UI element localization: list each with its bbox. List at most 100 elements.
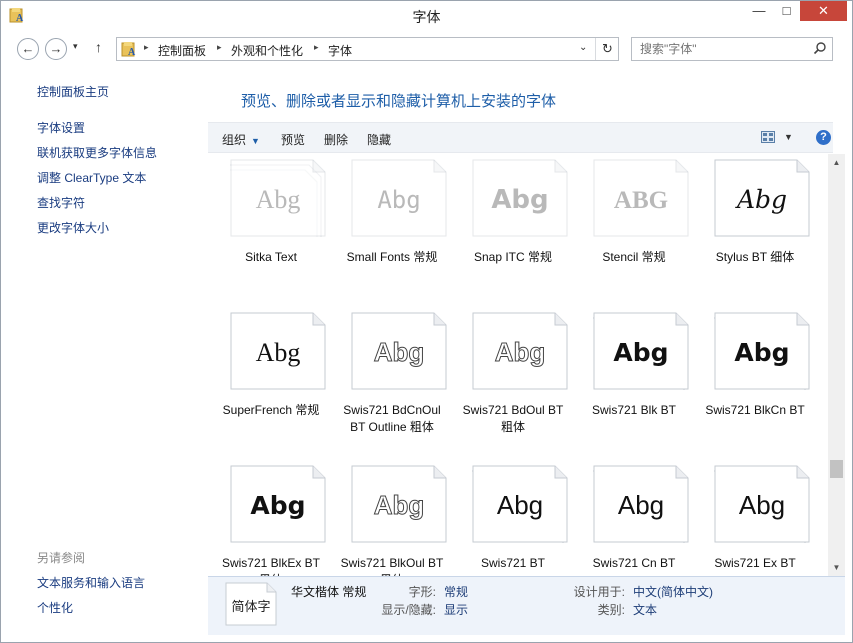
- font-name-label: Small Fonts 常规: [346, 250, 438, 264]
- breadcrumb-fonts[interactable]: 字体: [328, 42, 352, 59]
- font-grid: Abg Sitka Text Abg Small Fonts 常规 Abg Snap IT…: [208, 154, 828, 576]
- font-name-label: Swis721 Ex BT: [714, 556, 796, 570]
- font-tile[interactable]: Abg Swis721 Ex BT: [694, 460, 814, 576]
- font-sample-text: Abg: [495, 337, 546, 367]
- font-sample-text: Abg: [739, 490, 785, 520]
- change-font-size-link[interactable]: 更改字体大小: [37, 219, 109, 236]
- breadcrumb-control-panel[interactable]: 控制面板: [158, 42, 206, 59]
- font-tile[interactable]: Abg Swis721 BlkOul BT 黑体: [331, 460, 451, 576]
- font-tile[interactable]: Abg Swis721 BlkEx BT 黑体: [210, 460, 330, 576]
- font-file-icon: ABG: [593, 159, 689, 237]
- navigation-pane: 控制面板主页 字体设置 联机获取更多字体信息 调整 ClearType 文本 查…: [0, 66, 208, 643]
- get-more-font-info-link[interactable]: 联机获取更多字体信息: [37, 144, 157, 161]
- font-file-icon: Abg: [351, 312, 447, 390]
- font-tile[interactable]: Abg Swis721 BdCnOul BT Outline 粗体: [331, 307, 451, 457]
- font-preview-thumbnail: 简体字: [225, 582, 277, 626]
- font-sample-text: Abg: [374, 490, 425, 520]
- search-box[interactable]: [631, 37, 833, 61]
- back-button[interactable]: ←: [17, 38, 39, 60]
- font-tile[interactable]: Abg Swis721 BlkCn BT: [694, 307, 814, 457]
- maximize-button[interactable]: □: [773, 0, 800, 21]
- breadcrumb-separator[interactable]: ▸: [217, 42, 222, 53]
- view-options-icon[interactable]: [761, 131, 775, 143]
- control-panel-home-link[interactable]: 控制面板主页: [37, 83, 109, 100]
- view-dropdown-icon[interactable]: ▼: [784, 132, 793, 142]
- search-input[interactable]: [632, 38, 807, 60]
- see-also-heading: 另请参阅: [37, 551, 86, 565]
- organize-menu[interactable]: 组织 ▼: [222, 131, 260, 148]
- font-sample-text: ABG: [614, 187, 668, 214]
- preview-button[interactable]: 预览: [281, 131, 305, 148]
- font-tile[interactable]: Abg Swis721 Cn BT: [573, 460, 693, 576]
- font-sample-text: Abg: [497, 490, 543, 520]
- personalization-link[interactable]: 个性化: [37, 599, 73, 616]
- breadcrumb-separator[interactable]: ▸: [314, 42, 319, 53]
- font-name-label: Swis721 BlkCn BT: [705, 403, 805, 417]
- breadcrumb-appearance[interactable]: 外观和个性化: [231, 42, 303, 59]
- recent-locations-chevron-icon[interactable]: ▾: [73, 41, 78, 52]
- window-title: 字体: [412, 9, 441, 25]
- font-name-label: Swis721 Cn BT: [592, 556, 676, 570]
- category-value: 文本: [633, 603, 658, 617]
- svg-text:简体字: 简体字: [231, 599, 270, 615]
- organize-label: 组织: [222, 133, 247, 147]
- font-name-label: Swis721 Blk BT: [591, 403, 677, 417]
- minimize-button[interactable]: —: [745, 0, 773, 21]
- font-sample-text: Abg: [491, 185, 548, 215]
- hide-button[interactable]: 隐藏: [367, 131, 391, 148]
- text-services-link[interactable]: 文本服务和输入语言: [37, 574, 145, 591]
- font-settings-link[interactable]: 字体设置: [37, 119, 85, 136]
- vertical-scrollbar[interactable]: ▲ ▼: [828, 154, 845, 576]
- font-tile[interactable]: Abg Small Fonts 常规: [331, 154, 451, 304]
- font-sample-text: Abg: [618, 490, 664, 520]
- address-dropdown-icon[interactable]: ⌄: [579, 42, 587, 53]
- style-value: 常规: [444, 585, 469, 599]
- font-family-icon: Abg: [593, 465, 689, 543]
- up-button[interactable]: ↑: [95, 39, 102, 55]
- font-family-icon: Abg: [472, 465, 568, 543]
- command-bar: 组织 ▼ 预览 删除 隐藏 ▼ ?: [208, 122, 833, 153]
- help-icon[interactable]: ?: [816, 130, 831, 145]
- page-heading: 预览、删除或者显示和隐藏计算机上安装的字体: [241, 93, 557, 110]
- font-name-label: Stencil 常规: [602, 250, 666, 264]
- address-bar[interactable]: A ▸ 控制面板 ▸ 外观和个性化 ▸ 字体 ⌄ ↻: [116, 37, 619, 61]
- refresh-button[interactable]: ↻: [595, 38, 619, 60]
- search-icon[interactable]: [813, 41, 827, 55]
- font-sample-text: Abg: [374, 337, 425, 367]
- font-file-icon: Abg: [230, 312, 326, 390]
- font-file-icon: Abg: [472, 312, 568, 390]
- font-name-label: Swis721 BlkOul BT 黑体: [340, 556, 444, 576]
- font-sample-text: Abg: [250, 491, 305, 520]
- font-tile[interactable]: ABG Stencil 常规: [573, 154, 693, 304]
- scroll-thumb[interactable]: [830, 460, 843, 478]
- forward-button[interactable]: →: [45, 38, 67, 60]
- font-tile[interactable]: Abg Swis721 BdOul BT 粗体: [452, 307, 572, 457]
- font-sample-text: Abg: [613, 338, 668, 367]
- visibility-value: 显示: [444, 603, 469, 617]
- dropdown-arrow-icon: ▼: [251, 136, 260, 146]
- font-file-icon: Abg: [472, 159, 568, 237]
- scroll-up-arrow-icon[interactable]: ▲: [828, 154, 845, 171]
- adjust-cleartype-link[interactable]: 调整 ClearType 文本: [37, 169, 146, 186]
- font-family-icon: Abg: [593, 312, 689, 390]
- title-bar: A 字体 — □ ✕: [0, 0, 853, 31]
- fonts-folder-icon: A: [121, 42, 136, 57]
- style-key: 字形:: [408, 585, 436, 599]
- font-tile[interactable]: Abg Stylus BT 细体: [694, 154, 814, 304]
- font-name-label: Swis721 BdCnOul BT Outline 粗体: [343, 403, 441, 434]
- delete-button[interactable]: 删除: [324, 131, 348, 148]
- font-tile[interactable]: Abg SuperFrench 常规: [210, 307, 330, 457]
- font-tile[interactable]: Abg Snap ITC 常规: [452, 154, 572, 304]
- font-name-label: Swis721 BdOul BT 粗体: [462, 403, 564, 434]
- breadcrumb-separator[interactable]: ▸: [144, 42, 149, 53]
- font-tile[interactable]: Abg Sitka Text: [210, 154, 330, 304]
- font-tile[interactable]: Abg Swis721 Blk BT: [573, 307, 693, 457]
- font-sample-text: Abg: [734, 338, 789, 367]
- find-character-link[interactable]: 查找字符: [37, 194, 85, 211]
- designed-for-value: 中文(简体中文): [633, 585, 713, 599]
- font-name-label: Sitka Text: [245, 250, 297, 264]
- close-button[interactable]: ✕: [800, 0, 847, 21]
- font-name-label: Swis721 BT: [480, 556, 546, 570]
- font-tile[interactable]: Abg Swis721 BT: [452, 460, 572, 576]
- scroll-down-arrow-icon[interactable]: ▼: [828, 559, 845, 576]
